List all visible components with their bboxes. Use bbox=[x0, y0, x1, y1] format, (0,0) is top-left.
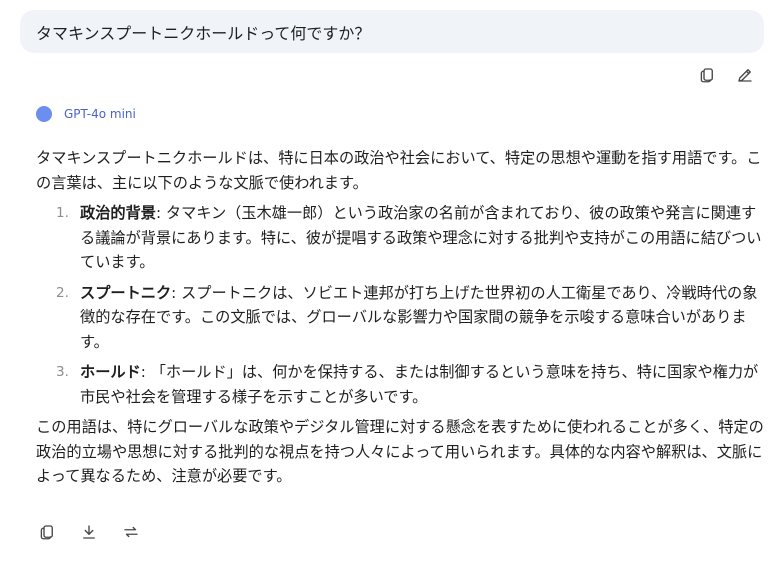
list-item: 1. 政治的背景: タマキン（玉木雄一郎）という政治家の名前が含まれており、彼の政… bbox=[36, 201, 766, 275]
edit-icon bbox=[738, 69, 752, 82]
copy-message-button[interactable] bbox=[696, 64, 718, 86]
user-message-actions bbox=[696, 64, 756, 86]
list-item: 3. ホールド: 「ホールド」は、何かを保持する、または制御するという意味を持ち、… bbox=[36, 360, 766, 409]
list-item-term: スプートニク bbox=[80, 283, 172, 302]
response-conclusion: この用語は、特にグローバルな政策やデジタル管理に対する懸念を表すために使われるこ… bbox=[36, 418, 764, 485]
model-header: GPT-4o mini bbox=[36, 106, 136, 122]
list-item-text: : 「ホールド」は、何かを保持する、または制御するという意味を持ち、特に国家や権… bbox=[80, 363, 759, 406]
copy-icon bbox=[40, 525, 53, 540]
regenerate-icon bbox=[124, 526, 138, 538]
assistant-response: タマキンスプートニクホールドは、特に日本の政治や社会において、特定の思想や運動を… bbox=[36, 146, 766, 489]
copy-icon bbox=[700, 68, 713, 83]
download-icon bbox=[83, 525, 95, 539]
list-item-number: 2. bbox=[56, 284, 69, 301]
user-message-bubble: タマキンスプートニクホールドって何ですか？ bbox=[20, 10, 764, 53]
list-item: 2. スプートニク: スプートニクは、ソビエト連邦が打ち上げた世界初の人工衛星であ… bbox=[36, 281, 766, 355]
list-item-number: 1. bbox=[56, 205, 69, 221]
user-message-text: タマキンスプートニクホールドって何ですか？ bbox=[36, 23, 371, 43]
response-list: 1. 政治的背景: タマキン（玉木雄一郎）という政治家の名前が含まれており、彼の政… bbox=[36, 201, 766, 409]
chat-view: タマキンスプートニクホールドって何ですか？ GPT-4o mini タマキンスプ… bbox=[0, 0, 772, 562]
model-avatar bbox=[36, 106, 52, 122]
list-item-text: : タマキン（玉木雄一郎）という政治家の名前が含まれており、彼の政策や発言に関連… bbox=[80, 204, 762, 271]
copy-response-button[interactable] bbox=[36, 521, 58, 543]
edit-message-button[interactable] bbox=[734, 64, 756, 86]
model-name: GPT-4o mini bbox=[64, 107, 136, 121]
response-intro: タマキンスプートニクホールドは、特に日本の政治や社会において、特定の思想や運動を… bbox=[36, 149, 762, 192]
list-item-text: : スプートニクは、ソビエト連邦が打ち上げた世界初の人工衛星であり、冷戦時代の象… bbox=[80, 283, 758, 351]
list-item-term: ホールド bbox=[80, 363, 141, 381]
response-actions bbox=[36, 521, 142, 543]
list-item-term: 政治的背景 bbox=[80, 204, 156, 222]
list-item-number: 3. bbox=[56, 364, 69, 380]
download-button[interactable] bbox=[78, 521, 100, 543]
regenerate-button[interactable] bbox=[120, 521, 142, 543]
